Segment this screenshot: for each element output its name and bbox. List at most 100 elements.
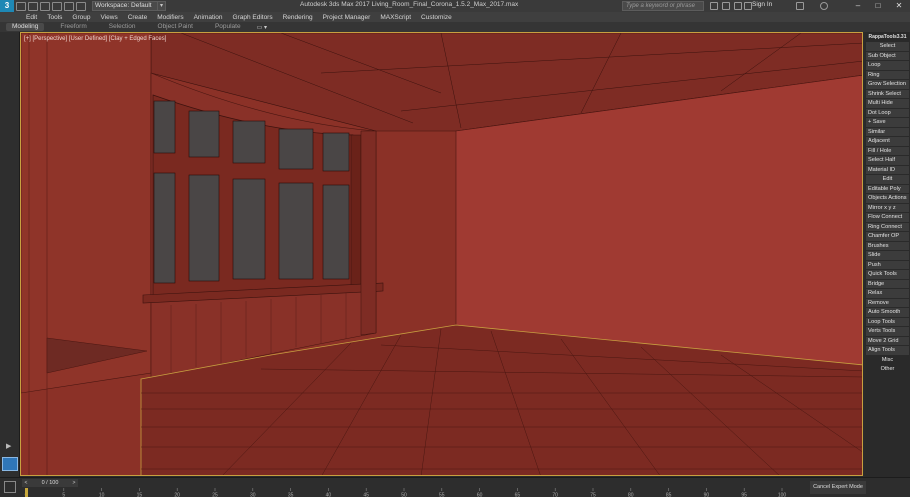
play-icon[interactable]: ▶: [6, 442, 11, 450]
previous-frame-button[interactable]: <: [22, 479, 30, 487]
ribbon-pin-icon[interactable]: ▭ ▾: [257, 24, 267, 31]
search-input[interactable]: Type a keyword or phrase: [622, 1, 704, 11]
select-material-id[interactable]: Material ID: [866, 165, 909, 174]
select-sub-object[interactable]: Sub Object: [866, 51, 909, 60]
select-grow-selection[interactable]: Grow Selection: [866, 80, 909, 89]
menu-item-project-manager[interactable]: Project Manager: [323, 14, 371, 21]
tab-populate[interactable]: Populate: [209, 23, 247, 31]
redo-icon[interactable]: [64, 1, 74, 11]
next-frame-button[interactable]: >: [70, 479, 78, 487]
cancel-expert-mode-button[interactable]: Cancel Expert Mode: [810, 481, 866, 494]
edit-chamfer-op[interactable]: Chamfer OP: [866, 232, 909, 241]
select-loop[interactable]: Loop: [866, 61, 909, 70]
workspace-dropdown[interactable]: Workspace: Default: [92, 1, 158, 11]
misc-header[interactable]: Misc: [865, 356, 910, 365]
select-ring[interactable]: Ring: [866, 70, 909, 79]
tab-modeling[interactable]: Modeling: [6, 23, 45, 31]
menu-item-graph-editors[interactable]: Graph Editors: [233, 14, 273, 21]
edit-slide[interactable]: Slide: [866, 251, 909, 260]
menu-bar: Edit Tools Group Views Create Modifiers …: [0, 12, 910, 22]
select-shrink-select[interactable]: Shrink Select: [866, 89, 909, 98]
menu-item-maxscript[interactable]: MAXScript: [380, 14, 411, 21]
edit-header-button[interactable]: Edit: [866, 175, 909, 184]
sign-in-button[interactable]: Sign In: [752, 1, 772, 8]
edit-relax[interactable]: Relax: [866, 289, 909, 298]
edit-objects-actions[interactable]: Objects Actions: [866, 194, 909, 203]
menu-item-modifiers[interactable]: Modifiers: [157, 14, 183, 21]
open-file-icon[interactable]: [28, 1, 38, 11]
timeline-tick-label: 80: [628, 493, 634, 497]
new-file-icon[interactable]: [16, 1, 26, 11]
select-header-button[interactable]: Select: [866, 42, 909, 51]
edit-mirror-x-y-z[interactable]: Mirror x y z: [866, 203, 909, 212]
binoculars-icon[interactable]: [710, 2, 718, 10]
menu-item-tools[interactable]: Tools: [47, 14, 62, 21]
menu-item-edit[interactable]: Edit: [26, 14, 37, 21]
exchange-icon[interactable]: [796, 2, 804, 10]
edit-brushes[interactable]: Brushes: [866, 241, 909, 250]
edit-push[interactable]: Push: [866, 260, 909, 269]
window-title: Autodesk 3ds Max 2017 Living_Room_Final_…: [300, 1, 519, 8]
edit-remove[interactable]: Remove: [866, 298, 909, 307]
edit-loop-tools[interactable]: Loop Tools: [866, 317, 909, 326]
edit-auto-smooth[interactable]: Auto Smooth: [866, 308, 909, 317]
select-tools-list: Sub Object Loop Ring Grow Selection Shrink S…: [865, 51, 910, 174]
menu-item-create[interactable]: Create: [128, 14, 148, 21]
perspective-viewport[interactable]: [+] [Perspective] [User Defined] [Clay +…: [20, 32, 863, 476]
rappatools-title: RappaTools3.31: [868, 34, 907, 40]
edit-verts-tools[interactable]: Verts Tools: [866, 327, 909, 336]
favorites-icon[interactable]: [734, 2, 742, 10]
app-logo-icon[interactable]: 3: [0, 0, 14, 12]
tab-freeform[interactable]: Freeform: [54, 23, 92, 31]
timeline-tick-label: 75: [590, 493, 596, 497]
menu-item-group[interactable]: Group: [72, 14, 90, 21]
undo-icon[interactable]: [52, 1, 62, 11]
close-button[interactable]: ✕: [886, 0, 910, 12]
save-file-icon[interactable]: [40, 1, 50, 11]
curtain-right: [350, 134, 362, 286]
scene-render[interactable]: [21, 33, 863, 476]
timeline-tick-label: 35: [288, 493, 294, 497]
help-icon[interactable]: [820, 2, 828, 10]
other-header[interactable]: Other: [865, 365, 910, 374]
viewport-layout-icon[interactable]: [2, 457, 18, 471]
timeline-tick-label: 55: [439, 493, 445, 497]
title-bar: 3 Workspace: Default ▾ Autodesk 3ds Max …: [0, 0, 910, 12]
timeline-tick-label: 95: [741, 493, 747, 497]
timeline-track[interactable]: 0510152025303540455055606570758085909510…: [22, 488, 790, 497]
select-multi-hide[interactable]: Multi Hide: [866, 99, 909, 108]
edit-flow-connect[interactable]: Flow Connect: [866, 213, 909, 222]
timeline-tick-label: 90: [704, 493, 710, 497]
edit-align-tools[interactable]: Align Tools: [866, 346, 909, 355]
time-slider[interactable]: [25, 488, 28, 497]
timeline-tick-label: 65: [515, 493, 521, 497]
edit-ring-connect[interactable]: Ring Connect: [866, 222, 909, 231]
viewport-label[interactable]: [+] [Perspective] [User Defined] [Clay +…: [24, 36, 166, 42]
edit-move-2-grid[interactable]: Move 2 Grid: [866, 336, 909, 345]
edit-editable-poly[interactable]: Editable Poly: [866, 184, 909, 193]
select-fill-hole[interactable]: Fill / Hole: [866, 146, 909, 155]
menu-item-views[interactable]: Views: [100, 14, 117, 21]
timeline-tick-label: 50: [401, 493, 407, 497]
select-similar[interactable]: Similar: [866, 127, 909, 136]
user-icon[interactable]: [744, 2, 752, 10]
edit-tools-list: Editable Poly Objects Actions Mirror x y z…: [865, 184, 910, 355]
menu-item-rendering[interactable]: Rendering: [283, 14, 313, 21]
edit-quick-tools[interactable]: Quick Tools: [866, 270, 909, 279]
chevron-down-icon[interactable]: ▾: [158, 1, 166, 11]
select-select-half[interactable]: Select Half: [866, 156, 909, 165]
timeline-tick-label: 25: [212, 493, 218, 497]
select-adjacent[interactable]: Adjacent: [866, 137, 909, 146]
project-folder-icon[interactable]: [76, 1, 86, 11]
menu-item-animation[interactable]: Animation: [194, 14, 223, 21]
timeline-tick-label: 15: [137, 493, 143, 497]
tab-object-paint[interactable]: Object Paint: [152, 23, 199, 31]
grid-icon[interactable]: [4, 481, 16, 493]
tab-selection[interactable]: Selection: [103, 23, 142, 31]
subscription-icon[interactable]: [722, 2, 730, 10]
timeline-tick-label: 10: [99, 493, 105, 497]
select-dot-loop[interactable]: Dot Loop: [866, 108, 909, 117]
select-save[interactable]: + Save: [866, 118, 909, 127]
edit-bridge[interactable]: Bridge: [866, 279, 909, 288]
menu-item-customize[interactable]: Customize: [421, 14, 452, 21]
